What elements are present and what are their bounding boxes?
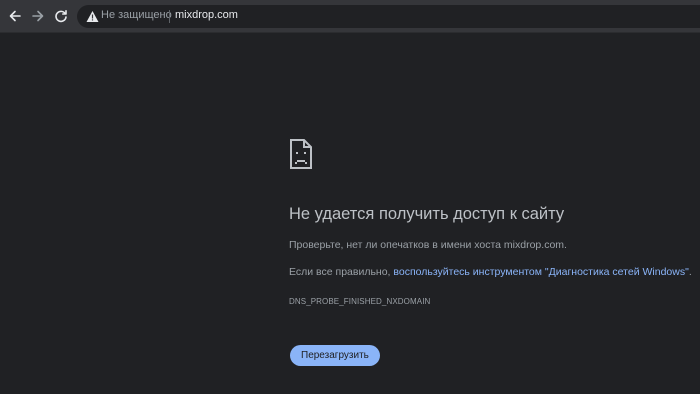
- browser-toolbar: Не защищено mixdrop.com: [0, 0, 700, 33]
- security-status-label[interactable]: Не защищено: [101, 9, 172, 21]
- suggestion-suffix: .: [688, 266, 692, 278]
- warning-icon[interactable]: [86, 10, 99, 23]
- hostname-check-text: Проверьте, нет ли опечатков в имени хост…: [289, 239, 567, 251]
- suggestion-text: Если все правильно, воспользуйтесь инстр…: [289, 266, 692, 278]
- back-button[interactable]: [6, 7, 24, 25]
- error-code: DNS_PROBE_FINISHED_NXDOMAIN: [289, 297, 431, 306]
- forward-button[interactable]: [29, 7, 47, 25]
- arrow-right-icon: [32, 10, 44, 22]
- error-title: Не удается получить доступ к сайту: [289, 205, 565, 223]
- address-bar[interactable]: Не защищено mixdrop.com: [77, 5, 700, 28]
- reload-button[interactable]: Перезагрузить: [290, 345, 380, 366]
- error-page: Не удается получить доступ к сайту Прове…: [0, 33, 700, 394]
- network-diagnostics-link[interactable]: воспользуйтесь инструментом "Диагностика…: [393, 266, 688, 278]
- reload-icon: [55, 10, 67, 23]
- suggestion-prefix: Если все правильно,: [289, 266, 394, 278]
- url-text[interactable]: mixdrop.com: [175, 9, 238, 21]
- omnibox-divider: [169, 10, 170, 23]
- sad-document-icon: [290, 139, 312, 169]
- reload-page-button[interactable]: [52, 7, 70, 25]
- arrow-left-icon: [9, 10, 21, 22]
